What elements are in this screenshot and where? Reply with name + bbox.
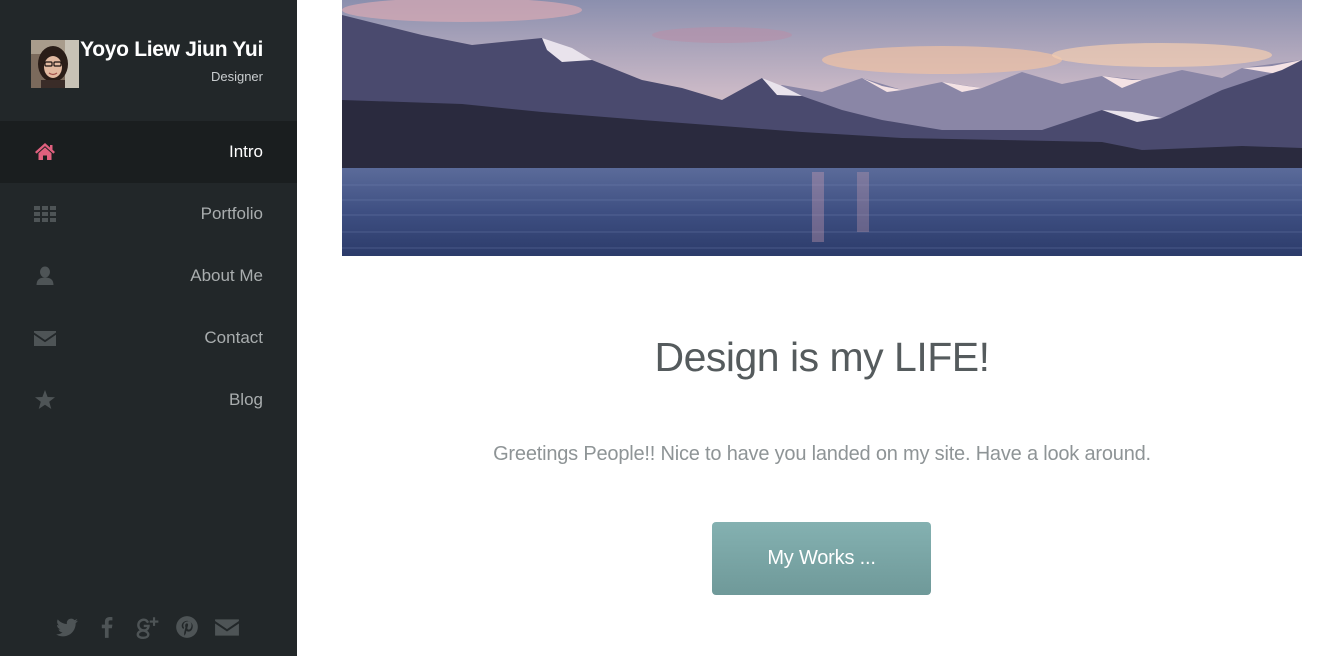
profile-header: Yoyo Liew Jiun Yui Designer — [0, 0, 297, 121]
my-works-button[interactable]: My Works ... — [712, 522, 931, 595]
nav-item-portfolio[interactable]: Portfolio — [0, 183, 297, 245]
nav-label: Blog — [228, 390, 263, 409]
pinterest-icon[interactable] — [174, 614, 200, 640]
main-nav: Intro Portfolio About Me Contact Blog — [0, 121, 297, 431]
nav-label: Intro — [228, 142, 263, 161]
sidebar: Yoyo Liew Jiun Yui Designer Intro Portfo… — [0, 0, 297, 656]
social-links — [0, 614, 297, 644]
envelope-icon — [33, 326, 57, 350]
facebook-icon[interactable] — [94, 614, 120, 640]
nav-item-blog[interactable]: Blog — [0, 369, 297, 431]
hero-image — [342, 0, 1302, 256]
mail-icon[interactable] — [214, 614, 240, 640]
nav-label: Contact — [204, 328, 263, 347]
intro-text: Greetings People!! Nice to have you land… — [493, 443, 1151, 465]
star-icon — [33, 388, 57, 412]
profile-role: Designer — [210, 69, 263, 84]
home-icon — [33, 140, 57, 164]
profile-name: Yoyo Liew Jiun Yui — [80, 38, 263, 61]
avatar — [31, 40, 79, 88]
nav-item-about-me[interactable]: About Me — [0, 245, 297, 307]
nav-label: Portfolio — [200, 204, 263, 223]
page-headline: Design is my LIFE! — [654, 334, 990, 380]
nav-item-contact[interactable]: Contact — [0, 307, 297, 369]
nav-label: About Me — [190, 266, 263, 285]
twitter-icon[interactable] — [54, 614, 80, 640]
google-plus-icon[interactable] — [134, 614, 160, 640]
grid-icon — [33, 202, 57, 226]
nav-item-intro[interactable]: Intro — [0, 121, 297, 183]
user-icon — [33, 264, 57, 288]
